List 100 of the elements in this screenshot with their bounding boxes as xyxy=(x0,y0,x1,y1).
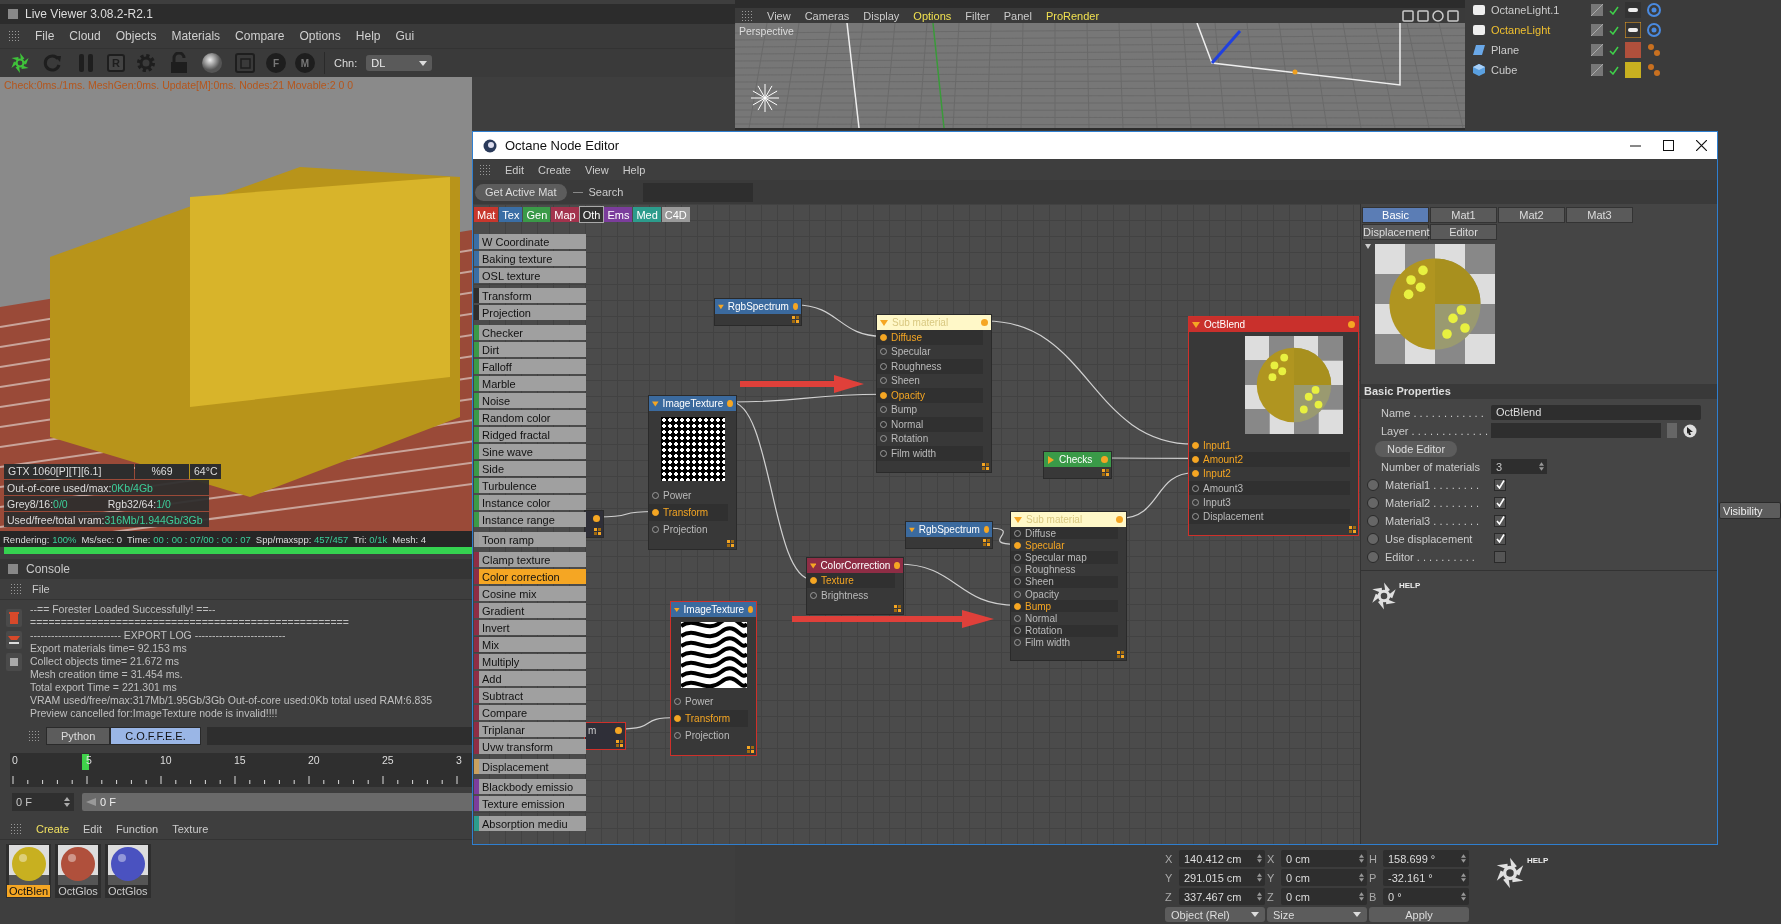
node-card[interactable]: m xyxy=(584,722,626,750)
node-list-item[interactable]: Dirt xyxy=(474,342,586,357)
object-name[interactable]: OctaneLight xyxy=(1491,24,1585,36)
material-thumbnail[interactable]: OctGlos xyxy=(55,844,101,898)
node-card[interactable]: OctBlend Input1 Amount2 Input2 Amount3 Input3 Displacement xyxy=(1188,316,1359,536)
input-port[interactable] xyxy=(1014,602,1021,610)
node-list-item[interactable]: Triplanar xyxy=(474,722,586,737)
menu-item[interactable]: Objects xyxy=(115,29,157,43)
collapse-arrow-icon[interactable] xyxy=(1365,244,1371,249)
node-list-item[interactable]: Random color xyxy=(474,410,586,425)
node-header[interactable]: RgbSpectrum xyxy=(906,522,992,537)
coordinate-field[interactable]: 0 cm xyxy=(1281,888,1367,905)
output-port[interactable] xyxy=(894,562,900,569)
node-list-item[interactable]: Turbulence xyxy=(474,478,586,493)
language-tab[interactable]: C.O.F.F.E.E. xyxy=(110,727,201,745)
node-list-item[interactable]: Gradient xyxy=(474,603,586,618)
pointer-icon[interactable] xyxy=(1683,423,1697,438)
panel-tab[interactable]: Basic xyxy=(1362,207,1429,223)
node-header[interactable]: OctBlend xyxy=(1189,317,1358,332)
get-active-mat-button[interactable]: Get Active Mat xyxy=(475,183,567,201)
mode-button[interactable]: Size xyxy=(1267,907,1367,922)
keyframe-icon[interactable] xyxy=(1367,550,1379,563)
resize-icon[interactable] xyxy=(894,604,901,612)
toolbar-button[interactable]: M xyxy=(295,53,315,73)
caret-icon[interactable] xyxy=(652,399,659,408)
menu-item[interactable]: File xyxy=(32,583,50,595)
caret-icon[interactable] xyxy=(810,561,817,570)
language-tab[interactable]: Python xyxy=(46,727,111,745)
material-thumbnail[interactable]: OctGlos xyxy=(104,844,151,898)
menu-item[interactable]: Cameras xyxy=(804,9,850,22)
category-tab[interactable]: Oth xyxy=(579,207,604,222)
panel-tab[interactable]: Mat3 xyxy=(1566,207,1633,223)
resize-icon[interactable] xyxy=(747,746,754,753)
node-list-item[interactable]: Instance color xyxy=(474,495,586,510)
coordinate-field[interactable]: 0 cm xyxy=(1281,869,1367,886)
resize-icon[interactable] xyxy=(1117,650,1124,658)
menu-item[interactable]: Edit xyxy=(505,163,524,176)
resize-icon[interactable] xyxy=(594,528,601,535)
checkbox[interactable] xyxy=(1494,550,1506,563)
node-list-item[interactable]: Displacement xyxy=(474,759,586,774)
menu-item[interactable]: Help xyxy=(622,163,646,176)
input-port[interactable] xyxy=(1192,470,1199,478)
menu-item[interactable]: Help xyxy=(355,29,381,43)
node-card[interactable]: ImageTexture Power Transform Projection xyxy=(648,395,737,550)
node-list-item[interactable]: Add xyxy=(474,671,586,686)
node-list-item[interactable]: Marble xyxy=(474,376,586,391)
panel-tab[interactable]: Mat1 xyxy=(1430,207,1497,223)
node-card[interactable]: Sub material Diffuse Specular Specular map Roughness Sheen Opacity Bump Normal Rotation Film width xyxy=(1010,511,1127,661)
menu-item[interactable]: Options xyxy=(299,29,341,43)
help-label[interactable]: HELP xyxy=(1527,856,1549,865)
resize-icon[interactable] xyxy=(983,539,990,546)
coordinate-field[interactable]: -32.161 ° xyxy=(1383,869,1469,886)
resize-icon[interactable] xyxy=(1102,469,1109,476)
menu-item[interactable]: Function xyxy=(116,823,159,835)
node-list-item[interactable]: Falloff xyxy=(474,359,586,374)
node-list-item[interactable]: Subtract xyxy=(474,688,586,703)
node-header[interactable]: ImageTexture xyxy=(671,602,756,617)
menu-item[interactable]: ProRender xyxy=(1045,9,1100,22)
output-port[interactable] xyxy=(615,727,622,734)
material-thumbnail[interactable]: OctBlen xyxy=(6,844,52,898)
input-port[interactable] xyxy=(880,391,887,399)
node-list-item[interactable]: Invert xyxy=(474,620,586,635)
coordinate-field[interactable]: 337.467 cm xyxy=(1179,888,1265,905)
menu-item[interactable]: Texture xyxy=(172,823,209,835)
keyframe-icon[interactable] xyxy=(1367,496,1379,509)
menu-item[interactable]: Options xyxy=(913,9,952,22)
node-header[interactable]: ColorCorrection xyxy=(807,558,903,573)
input-port[interactable] xyxy=(1192,455,1199,463)
node-list-item[interactable]: Toon ramp xyxy=(474,532,586,547)
node-list-item[interactable]: Clamp texture xyxy=(474,552,586,567)
keyframe-icon[interactable] xyxy=(1367,514,1379,527)
node-card[interactable]: ColorCorrection Texture Brightness xyxy=(806,557,904,615)
node-list-item[interactable]: W Coordinate xyxy=(474,234,586,249)
coordinate-field[interactable]: 140.412 cm xyxy=(1179,850,1265,867)
keyframe-icon[interactable] xyxy=(1367,532,1379,545)
node-list-item[interactable]: Ridged fractal xyxy=(474,427,586,442)
category-tab[interactable]: Map xyxy=(551,207,579,222)
node-canvas[interactable] xyxy=(473,204,1360,844)
menu-item[interactable]: Edit xyxy=(83,823,102,835)
node-card[interactable]: RgbSpectrum xyxy=(905,521,993,549)
category-tab[interactable]: Gen xyxy=(523,207,551,222)
category-tab[interactable]: Mat xyxy=(474,207,499,222)
menu-item[interactable]: Filter xyxy=(965,9,990,22)
name-field[interactable]: OctBlend xyxy=(1491,405,1701,420)
caret-icon[interactable] xyxy=(909,525,915,534)
object-name[interactable]: OctaneLight.1 xyxy=(1491,4,1585,16)
node-card[interactable]: RgbSpectrum xyxy=(714,298,802,326)
node-list-item[interactable]: Compare xyxy=(474,705,586,720)
coordinate-field[interactable]: 0 cm xyxy=(1281,850,1367,867)
node-list-item[interactable]: Projection xyxy=(474,305,586,320)
maximize-icon[interactable] xyxy=(1663,140,1674,151)
caret-icon[interactable] xyxy=(880,318,888,327)
mode-button[interactable]: Apply xyxy=(1369,907,1469,922)
menu-item[interactable]: Compare xyxy=(235,29,285,43)
clear-button[interactable] xyxy=(6,631,22,649)
help-label[interactable]: HELP xyxy=(1399,581,1421,611)
menu-item[interactable]: Cloud xyxy=(69,29,101,43)
node-list-item[interactable]: Multiply xyxy=(474,654,586,669)
mode-button[interactable]: Object (Rel) xyxy=(1165,907,1265,922)
channel-dropdown[interactable]: DL xyxy=(366,55,433,71)
